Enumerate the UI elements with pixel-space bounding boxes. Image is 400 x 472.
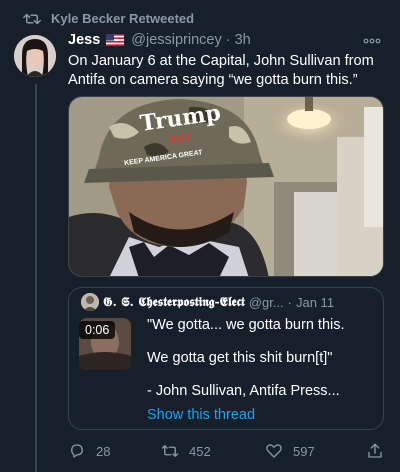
retweet-count: 452 (189, 443, 211, 459)
author-handle[interactable]: @jessiprincey (131, 32, 221, 48)
quote-line-2: We gotta get this shit burn[t]" (147, 350, 333, 366)
retweet-icon (23, 13, 41, 24)
retweet-label: Kyle Becker Retweeted (51, 11, 195, 26)
header-separator: · (225, 32, 231, 48)
video-duration: 0:06 (79, 321, 116, 339)
quote-line-3: - John Sullivan, Antifa Press... (147, 383, 340, 399)
author-name[interactable]: Jess (68, 32, 100, 48)
quote-text: "We gotta... we gotta burn this. We gott… (147, 316, 372, 401)
quote-avatar (81, 293, 99, 311)
tweet-photo[interactable]: Trump 2020 KEEP AMERICA GREAT (68, 96, 384, 277)
retweet-action-icon (161, 445, 179, 457)
quote-time[interactable]: Jan 11 (296, 295, 334, 310)
retweet-banner[interactable]: Kyle Becker Retweeted (23, 11, 194, 26)
thread-line (35, 84, 37, 472)
heart-icon (266, 444, 282, 458)
reply-icon (71, 444, 83, 458)
share-button[interactable] (366, 442, 384, 460)
quote-separator: · (287, 294, 292, 310)
share-icon (368, 443, 382, 458)
action-bar: 28 452 597 (68, 442, 388, 462)
show-thread-link[interactable]: Show this thread (147, 407, 255, 423)
like-count: 597 (293, 443, 315, 459)
quoted-tweet[interactable]: 𝕲. 𝕾. 𝕮𝖍𝖊𝖘𝖙𝖊𝖗𝖕𝖔𝖘𝖙𝖎𝖓𝖌-𝕰𝖑𝖊𝖈𝖙 @gr... · Jan … (68, 287, 384, 430)
quote-author-name[interactable]: 𝕲. 𝕾. 𝕮𝖍𝖊𝖘𝖙𝖊𝖗𝖕𝖔𝖘𝖙𝖎𝖓𝖌-𝕰𝖑𝖊𝖈𝖙 (103, 294, 245, 310)
avatar-photo (14, 35, 56, 77)
more-icon[interactable] (362, 36, 382, 46)
tweet-time[interactable]: 3h (235, 32, 251, 48)
quote-header: 𝕲. 𝕾. 𝕮𝖍𝖊𝖘𝖙𝖊𝖗𝖕𝖔𝖘𝖙𝖎𝖓𝖌-𝕰𝖑𝖊𝖈𝖙 @gr... · Jan … (81, 293, 334, 311)
retweet-button[interactable]: 452 (161, 442, 211, 460)
photo-image: Trump 2020 KEEP AMERICA GREAT (69, 97, 383, 276)
reply-count: 28 (96, 443, 111, 459)
like-button[interactable]: 597 (265, 442, 315, 460)
tweet-text: On January 6 at the Capital, John Sulliv… (68, 53, 374, 88)
avatar[interactable] (14, 35, 56, 77)
quote-line-1: "We gotta... we gotta burn this. (147, 317, 345, 333)
reply-button[interactable]: 28 (68, 442, 110, 460)
us-flag-icon (106, 34, 125, 46)
tweet-header: Jess @jessiprincey · 3h (68, 32, 251, 48)
quote-author-handle[interactable]: @gr... (249, 295, 284, 310)
